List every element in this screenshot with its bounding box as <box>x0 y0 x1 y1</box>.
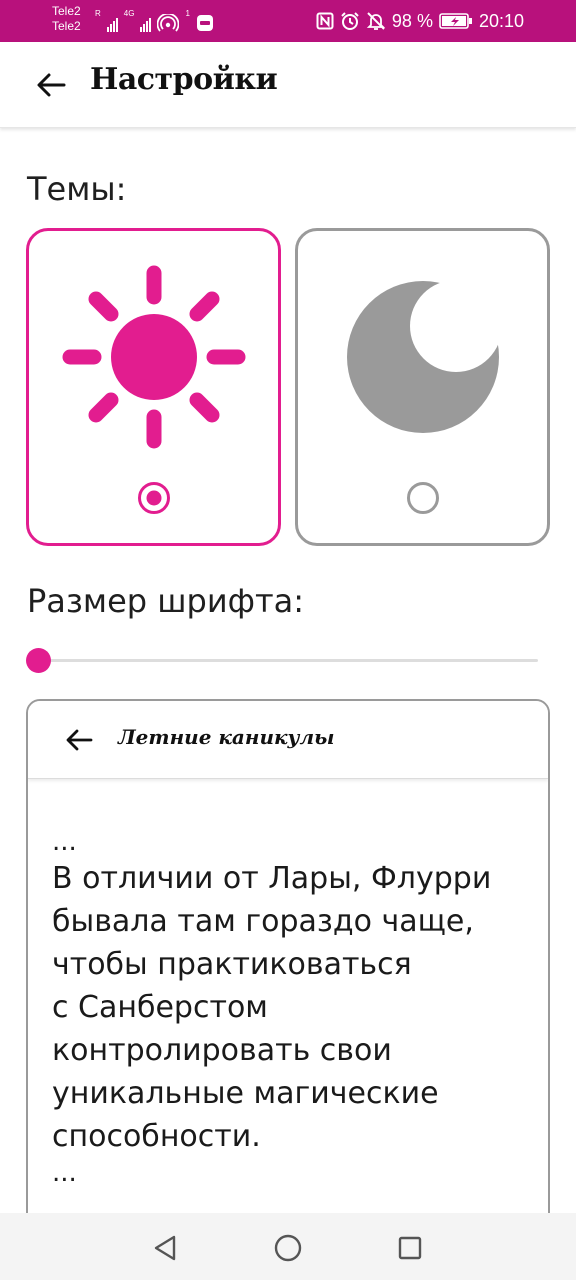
font-preview-card: Летние каникулы ... В отличии от Лары, Ф… <box>26 699 550 1239</box>
font-size-slider[interactable] <box>26 646 538 676</box>
network-type-label: 4G <box>123 9 135 18</box>
app-bar: Настройки <box>0 42 576 128</box>
preview-line: способности. <box>52 1119 261 1154</box>
clock: 20:10 <box>478 10 524 31</box>
preview-line: чтобы практиковаться <box>52 947 412 982</box>
page-title: Настройки <box>90 62 278 97</box>
theme-dark-radio[interactable] <box>406 482 439 514</box>
theme-dark-card[interactable] <box>295 228 550 546</box>
back-button[interactable] <box>30 66 72 104</box>
recents-square-icon <box>398 1236 422 1260</box>
sun-icon <box>62 265 245 449</box>
preview-ellipsis-top: ... <box>52 827 77 857</box>
moon-icon <box>346 281 499 433</box>
nav-recents-button[interactable] <box>393 1231 427 1265</box>
slider-thumb[interactable] <box>26 648 51 673</box>
nfc-icon <box>316 12 334 30</box>
hotspot-icon <box>157 14 180 32</box>
preview-line: В отличии от Лары, Флурри <box>52 861 492 896</box>
preview-line: контролировать свои <box>52 1033 392 1068</box>
hotspot-count: 1 <box>185 9 190 18</box>
theme-light-radio[interactable] <box>137 482 170 514</box>
font-size-label: Размер шрифта: <box>27 582 305 620</box>
back-triangle-icon <box>154 1235 176 1261</box>
preview-line: уникальные магические <box>52 1076 439 1111</box>
arrow-left-icon <box>66 729 93 751</box>
roaming-label: R <box>95 9 101 18</box>
signal-4g-icon <box>140 14 152 32</box>
preview-line: бывала там гораздо чаще, <box>52 904 474 939</box>
preview-text: ... В отличии от Лары, Флурри бывала там… <box>52 827 532 1188</box>
alarm-icon <box>341 12 359 30</box>
slider-track[interactable] <box>38 659 538 662</box>
nav-back-button[interactable] <box>148 1231 182 1265</box>
signal-icon <box>106 14 118 32</box>
silent-icon <box>366 12 386 30</box>
app-notification-icon <box>196 15 213 31</box>
preview-ellipsis-bottom: ... <box>52 1158 77 1188</box>
theme-light-card[interactable] <box>26 228 281 546</box>
battery-icon <box>439 13 472 29</box>
themes-label: Темы: <box>27 170 127 208</box>
carrier-2: Tele2 <box>52 19 81 33</box>
system-nav-bar <box>0 1213 576 1280</box>
carrier-1: Tele2 <box>52 4 81 18</box>
carrier-names: Tele2 Tele2 <box>52 4 81 34</box>
preview-app-bar: Летние каникулы <box>28 701 548 779</box>
preview-back-button <box>62 723 96 757</box>
status-right-icons: 98 % 20:10 <box>316 8 524 34</box>
battery-percent: 98 % <box>391 10 433 31</box>
preview-line: с Санберстом <box>52 990 268 1025</box>
preview-title: Летние каникулы <box>118 725 335 749</box>
status-bar: Tele2 Tele2 R 4G 1 98 % 20:10 <box>0 0 576 42</box>
arrow-left-icon <box>37 73 66 97</box>
status-left-icons: R 4G 1 <box>95 10 214 32</box>
home-circle-icon <box>274 1234 302 1262</box>
nav-home-button[interactable] <box>271 1231 305 1265</box>
